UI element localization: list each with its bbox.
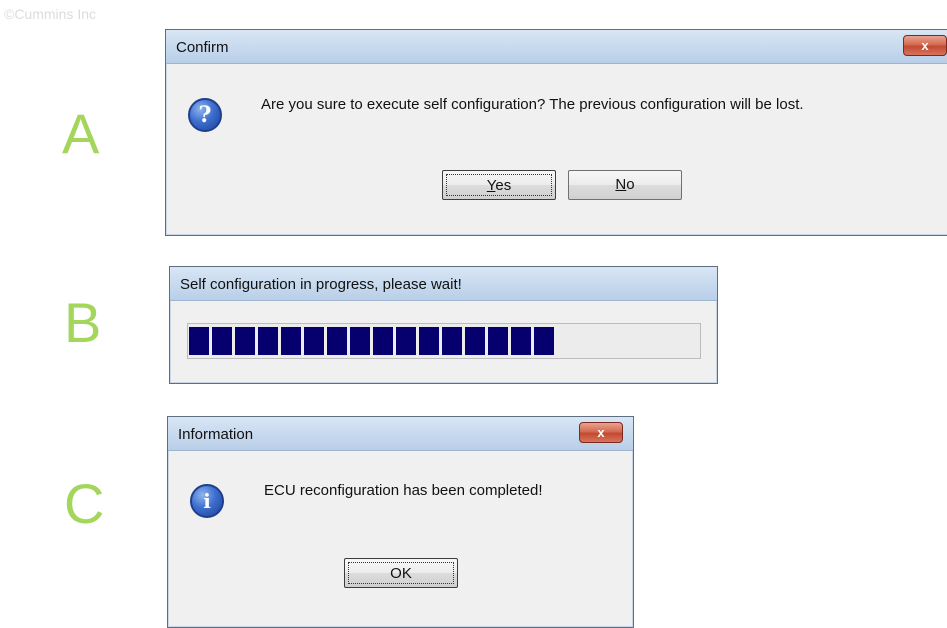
- info-titlebar[interactable]: Information x: [168, 417, 633, 451]
- progress-bar: [187, 323, 701, 359]
- progress-dialog: Self configuration in progress, please w…: [169, 266, 718, 384]
- close-button[interactable]: x: [903, 35, 947, 56]
- close-icon: x: [921, 38, 929, 53]
- ok-button[interactable]: OK: [344, 558, 458, 588]
- step-label-c: C: [64, 472, 105, 535]
- no-button[interactable]: No: [568, 170, 682, 200]
- copyright-watermark: ©Cummins Inc: [4, 6, 96, 22]
- confirm-message: Are you sure to execute self configurati…: [261, 96, 804, 113]
- step-label-b: B: [64, 291, 102, 354]
- confirm-titlebar[interactable]: Confirm x: [166, 30, 947, 64]
- question-icon: ?: [188, 98, 222, 132]
- close-button[interactable]: x: [579, 422, 623, 443]
- info-dialog: Information x i ECU reconfiguration has …: [167, 416, 634, 628]
- info-title: Information: [178, 426, 254, 443]
- confirm-title: Confirm: [176, 39, 229, 56]
- progress-titlebar[interactable]: Self configuration in progress, please w…: [170, 267, 717, 301]
- info-message: ECU reconfiguration has been completed!: [264, 482, 543, 499]
- confirm-dialog: Confirm x ? Are you sure to execute self…: [165, 29, 947, 236]
- info-icon: i: [190, 484, 224, 518]
- step-label-a: A: [62, 102, 100, 165]
- progress-bar-fill: [189, 327, 556, 355]
- close-icon: x: [597, 425, 605, 440]
- yes-button[interactable]: Yes: [442, 170, 556, 200]
- progress-title: Self configuration in progress, please w…: [180, 276, 462, 293]
